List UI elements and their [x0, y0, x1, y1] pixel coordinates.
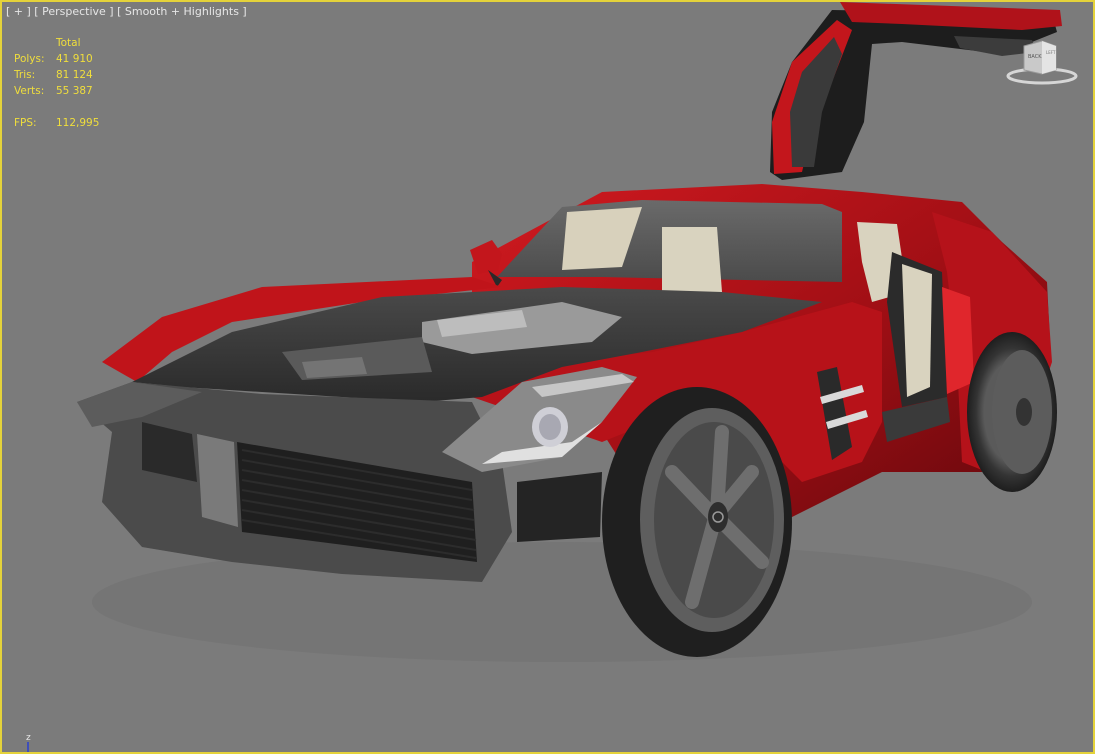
car-3d-model[interactable]: [2, 2, 1093, 752]
axis-z-label: z: [26, 733, 31, 743]
gullwing-door: [770, 2, 1062, 180]
stats-row-tris: Tris: 81 124: [14, 67, 99, 83]
polys-label: Polys:: [14, 53, 45, 65]
viewport-point-of-view-menu[interactable]: [ Perspective ]: [34, 5, 113, 18]
stats-row-polys: Polys: 41 910: [14, 51, 99, 67]
tris-label: Tris:: [14, 69, 36, 81]
stats-row-verts: Verts: 55 387: [14, 83, 99, 99]
perspective-viewport[interactable]: [ + ] [ Perspective ] [ Smooth + Highlig…: [0, 0, 1095, 754]
stats-row-fps: FPS: 112,995: [14, 115, 99, 131]
viewport-shading-menu[interactable]: [ Smooth + Highlights ]: [117, 5, 247, 18]
verts-value: 55 387: [56, 85, 93, 97]
viewport-menu-plus[interactable]: [ + ]: [6, 5, 31, 18]
fps-value: 112,995: [56, 117, 100, 129]
viewcube-icon[interactable]: BACK LEFT: [1002, 36, 1082, 86]
statistics-overlay: Total Polys: 41 910 Tris: 81 124 Verts: …: [14, 35, 99, 131]
fps-label: FPS:: [14, 117, 37, 129]
tris-value: 81 124: [56, 69, 93, 81]
front-wheel: [602, 387, 792, 657]
viewcube-side-label: LEFT: [1046, 50, 1056, 55]
viewcube-face-label: BACK: [1028, 54, 1042, 60]
viewport-label: [ + ] [ Perspective ] [ Smooth + Highlig…: [6, 5, 247, 18]
polys-value: 41 910: [56, 53, 93, 65]
rear-wheel: [967, 332, 1057, 492]
world-axis-tripod: z: [26, 733, 31, 752]
stats-header: Total: [56, 37, 81, 49]
verts-label: Verts:: [14, 85, 45, 97]
